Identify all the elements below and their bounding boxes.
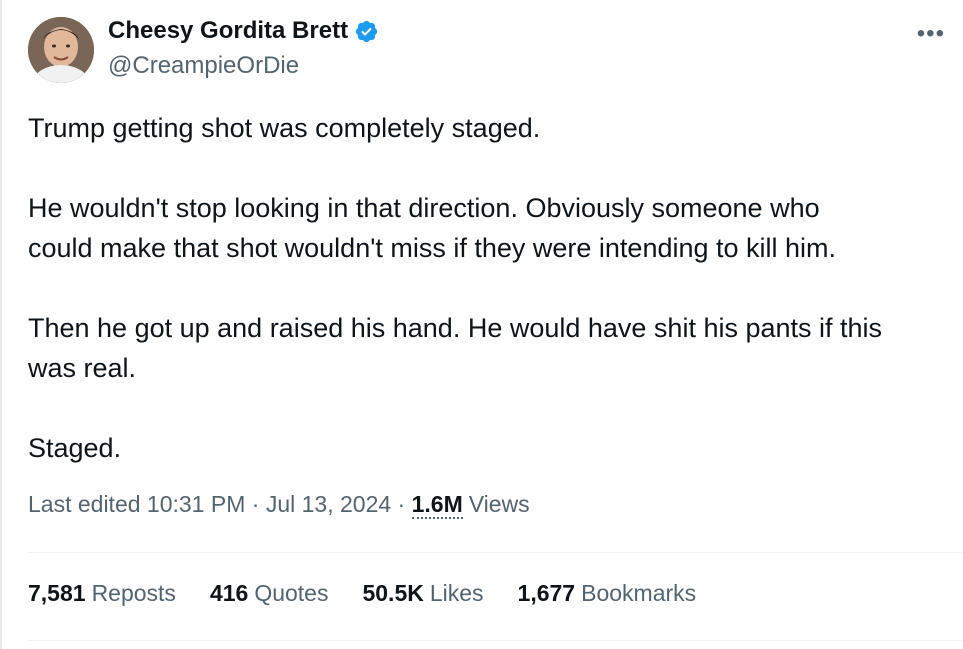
avatar[interactable] [28,17,94,83]
more-horizontal-icon[interactable]: ••• [917,20,945,48]
reposts-label: Reposts [91,580,176,606]
likes-label: Likes [429,580,484,606]
divider [28,640,963,641]
likes-count: 50.5K [362,580,424,606]
tweet-date[interactable]: Jul 13, 2024 [266,491,391,518]
avatar-image [28,17,94,83]
views-label: Views [468,491,530,517]
tweet-text: Trump getting shot was completely staged… [28,108,953,508]
meta-separator: · [251,491,260,517]
tweet-time[interactable]: 10:31 PM [147,491,245,518]
author-name-row[interactable]: Cheesy Gordita Brett [108,17,379,45]
reposts-count: 7,581 [28,580,86,606]
quotes-label: Quotes [254,580,329,606]
author-display-name[interactable]: Cheesy Gordita Brett [108,17,348,45]
author-handle[interactable]: @CreampieOrDie [108,52,299,80]
bookmarks-count: 1,677 [517,580,576,606]
quotes-count: 416 [209,580,249,606]
left-border [0,0,2,649]
tweet-paragraph-2: He wouldn't stop looking in that directi… [28,193,837,263]
tweet-paragraph-3: Then he got up and raised his hand. He w… [28,313,883,383]
edited-label[interactable]: Last edited [28,491,141,518]
meta-separator: · [397,491,406,517]
views-count[interactable]: 1.6M [411,491,463,519]
engagement-stats: 7,581 Reposts 416 Quotes 50.5K Likes 1,6… [28,580,696,607]
verified-badge-icon[interactable] [354,19,379,44]
tweet-meta: Last edited 10:31 PM · Jul 13, 2024 · 1.… [28,491,530,519]
quotes-stat[interactable]: 416 Quotes [210,580,329,607]
tweet-paragraph-4: Staged. [28,433,122,463]
bookmarks-stat[interactable]: 1,677 Bookmarks [518,580,697,607]
bookmarks-label: Bookmarks [581,580,697,606]
reposts-stat[interactable]: 7,581 Reposts [28,580,176,607]
likes-stat[interactable]: 50.5K Likes [362,580,483,607]
divider [28,552,963,553]
tweet-paragraph-1: Trump getting shot was completely staged… [28,113,541,143]
